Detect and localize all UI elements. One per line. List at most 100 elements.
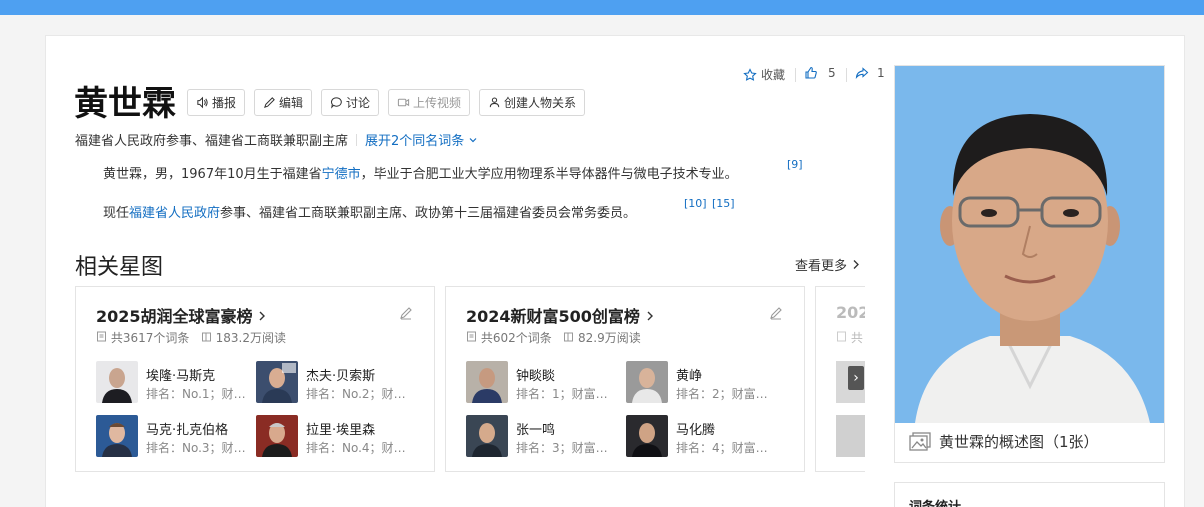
- create-relation-label: 创建人物关系: [504, 96, 577, 110]
- speaker-icon: [197, 96, 208, 109]
- share-button[interactable]: 1: [855, 66, 885, 80]
- chevron-down-icon: [470, 138, 477, 143]
- photo-caption[interactable]: 黄世霖的概述图（1张）: [909, 431, 1099, 452]
- list-item[interactable]: 马克·扎克伯格 排名：No.3；财富：...: [96, 415, 246, 457]
- gallery-icon: [909, 431, 931, 451]
- collect-button[interactable]: 收藏: [743, 66, 785, 83]
- list-item[interactable]: 张一鸣 排名：3；财富：...: [466, 415, 616, 457]
- read-count: 183.2万阅读: [215, 331, 287, 345]
- person-name: 埃隆·马斯克: [146, 369, 216, 384]
- text-segment: 黄世霖，男，1967年10月生于福建省: [103, 167, 322, 182]
- list-item[interactable]: 拉里·埃里森 排名：No.4；财富：...: [256, 415, 406, 457]
- person-desc: 排名：No.4；财富：...: [306, 441, 406, 455]
- collect-label: 收藏: [761, 68, 786, 82]
- next-arrow-button[interactable]: ›: [848, 366, 864, 390]
- divider: [356, 134, 358, 146]
- expand-homonyms-link[interactable]: 展开2个同名词条: [365, 134, 478, 149]
- discuss-button[interactable]: 讨论: [321, 89, 380, 116]
- list-item[interactable]: 黄峥 排名：2；财富：...: [626, 361, 776, 403]
- divider: [795, 68, 796, 82]
- entry-count: 共602个词条: [480, 331, 552, 345]
- person-name: 马化腾: [676, 423, 716, 438]
- book-icon: [201, 332, 211, 342]
- create-relation-button[interactable]: 创建人物关系: [479, 89, 586, 116]
- reference-link[interactable]: [15]: [712, 197, 735, 210]
- see-more-label: 查看更多: [795, 259, 848, 274]
- text-segment: 参事、福建省工商联兼职副主席、政协第十三届福建省委员会常务委员。: [220, 206, 637, 221]
- ranking-title: 202: [836, 303, 865, 322]
- pencil-icon[interactable]: [768, 305, 784, 321]
- subtitle-row: 福建省人民政府参事、福建省工商联兼职副主席 展开2个同名词条: [75, 130, 478, 149]
- entry-count: 共3617个词条: [110, 331, 190, 345]
- ranking-title[interactable]: 2024新财富500创富榜: [466, 303, 655, 327]
- avatar: [256, 361, 298, 403]
- entry-count: 共: [850, 331, 863, 345]
- ningde-link[interactable]: 宁德市: [322, 167, 361, 182]
- thumbs-up-icon: [805, 66, 817, 79]
- document-icon: [467, 331, 476, 342]
- ranking-title-text: 2025胡润全球富豪榜: [96, 307, 253, 326]
- list-item[interactable]: 埃隆·马斯克 排名：No.1；财富：...: [96, 361, 246, 403]
- video-icon: [397, 98, 410, 107]
- list-item[interactable]: 杰夫·贝索斯 排名：No.2；财富：...: [256, 361, 406, 403]
- section-title: 相关星图: [75, 255, 164, 280]
- summary-paragraph-1: 黄世霖，男，1967年10月生于福建省宁德市，毕业于合肥工业大学应用物理系半导体…: [103, 163, 738, 182]
- see-more-link[interactable]: 查看更多: [795, 255, 861, 274]
- person-desc: 排名：No.3；财富：...: [146, 441, 246, 455]
- person-desc: 排名：No.1；财富：...: [146, 387, 246, 401]
- chat-bubble-icon: [331, 97, 342, 109]
- avatar: [466, 361, 508, 403]
- summary-paragraph-2: 现任福建省人民政府参事、福建省工商联兼职副主席、政协第十三届福建省委员会常务委员…: [103, 202, 636, 221]
- edit-button[interactable]: 编辑: [254, 89, 313, 116]
- text-segment: ，毕业于合肥工业大学应用物理系半导体器件与微电子技术专业。: [360, 167, 738, 182]
- pencil-icon[interactable]: [398, 305, 414, 321]
- discuss-label: 讨论: [346, 96, 371, 110]
- divider: [846, 68, 847, 82]
- upload-video-button[interactable]: 上传视频: [388, 89, 471, 116]
- expand-label: 展开2个同名词条: [365, 134, 465, 149]
- person-name: 黄峥: [676, 369, 703, 384]
- upload-video-label: 上传视频: [413, 96, 462, 110]
- chevron-right-icon: [259, 311, 266, 321]
- avatar: [256, 415, 298, 457]
- pencil-icon: [264, 97, 275, 108]
- ranking-title[interactable]: 2025胡润全球富豪榜: [96, 303, 267, 327]
- reference-link[interactable]: [9]: [787, 158, 803, 171]
- person-desc: 排名：3；财富：...: [516, 441, 616, 455]
- like-button[interactable]: 5: [804, 66, 836, 80]
- ranking-meta: 共602个词条 82.9万阅读: [466, 329, 641, 346]
- avatar: [466, 415, 508, 457]
- chevron-right-icon: ›: [853, 370, 859, 386]
- list-item[interactable]: 钟睒睒 排名：1；财富：...: [466, 361, 616, 403]
- ranking-title-text: 2024新财富500创富榜: [466, 307, 640, 326]
- person-desc: 排名：No.2；财富：...: [306, 387, 406, 401]
- summary-image-box[interactable]: 黄世霖的概述图（1张）: [894, 65, 1165, 463]
- person-name: 拉里·埃里森: [306, 423, 376, 438]
- avatar: [626, 415, 668, 457]
- document-icon: [97, 331, 106, 342]
- people-icon: [489, 97, 500, 108]
- ranking-meta: 共3617个词条 183.2万阅读: [96, 329, 286, 346]
- share-icon: [855, 67, 869, 80]
- person-desc: 排名：2；财富：...: [676, 387, 776, 401]
- list-item[interactable]: 马化腾 排名：4；财富：...: [626, 415, 776, 457]
- person-name: 杰夫·贝索斯: [306, 369, 376, 384]
- broadcast-button[interactable]: 播报: [187, 89, 246, 116]
- star-icon: [743, 67, 757, 81]
- like-count: 5: [828, 66, 836, 80]
- book-icon: [564, 332, 574, 342]
- ranking-card[interactable]: 2024新财富500创富榜 共602个词条 82.9万阅读 钟睒睒 排名：1；财…: [445, 286, 805, 472]
- read-count: 82.9万阅读: [578, 331, 641, 345]
- reference-link[interactable]: [10]: [684, 197, 707, 210]
- stats-box: 词条统计: [894, 482, 1165, 507]
- top-bar: [0, 0, 1204, 15]
- person-name: 张一鸣: [516, 423, 556, 438]
- share-count: 1: [877, 66, 885, 80]
- edit-label: 编辑: [279, 96, 304, 110]
- ranking-card[interactable]: 2025胡润全球富豪榜 共3617个词条 183.2万阅读 埃隆·马斯克 排名：…: [75, 286, 435, 472]
- text-segment: 现任: [103, 206, 130, 221]
- avatar: [96, 415, 138, 457]
- avatar: [836, 415, 865, 457]
- fujian-gov-link[interactable]: 福建省人民政府: [129, 206, 220, 221]
- portrait-photo[interactable]: [895, 66, 1164, 423]
